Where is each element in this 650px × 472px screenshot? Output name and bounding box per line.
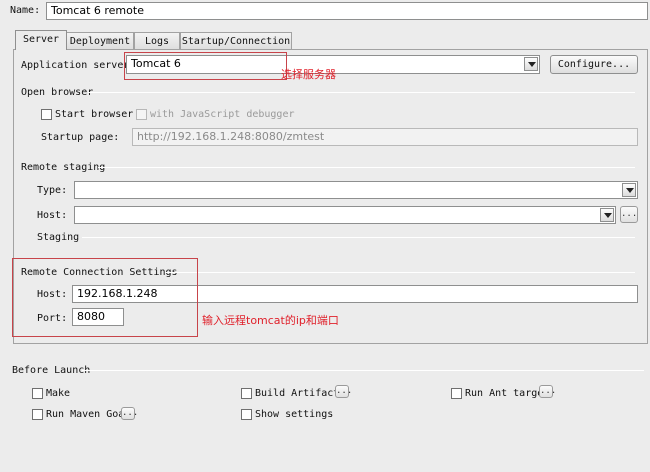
- tab-logs[interactable]: Logs: [134, 32, 180, 50]
- chevron-down-icon[interactable]: [600, 208, 614, 222]
- name-label: Name:: [10, 5, 41, 16]
- staging-host-select[interactable]: [74, 206, 616, 224]
- open-browser-section-label: Open browser: [21, 87, 94, 98]
- show-settings-label: Show settings: [255, 409, 334, 420]
- staging-type-select[interactable]: [74, 181, 638, 199]
- startup-page-input[interactable]: http://192.168.1.248:8080/zmtest: [132, 128, 638, 146]
- run-ant-target-checkbox[interactable]: [451, 388, 462, 399]
- before-launch-separator: [82, 370, 644, 371]
- startup-page-label: Startup page:: [41, 132, 120, 143]
- tab-deployment[interactable]: Deployment: [66, 32, 134, 50]
- remote-staging-section-label: Remote staging: [21, 162, 106, 173]
- annotation-box-connection: [12, 258, 198, 337]
- run-maven-goal-more-button[interactable]: ...: [121, 407, 138, 420]
- configure-button[interactable]: Configure...: [550, 55, 638, 74]
- open-browser-separator: [88, 92, 635, 93]
- make-label: Make: [46, 388, 71, 399]
- staging-host-label: Host:: [37, 210, 68, 221]
- make-checkbox[interactable]: [32, 388, 43, 399]
- run-ant-target-more-button[interactable]: ...: [539, 385, 556, 398]
- application-server-label: Application server:: [21, 60, 136, 71]
- chevron-down-icon[interactable]: [524, 57, 538, 71]
- build-artifacts-checkbox[interactable]: [241, 388, 252, 399]
- annotation-select-server: 选择服务器: [281, 68, 336, 81]
- staging-separator: [82, 237, 635, 238]
- remote-connection-separator: [165, 272, 635, 273]
- start-browser-label: Start browser: [55, 109, 134, 120]
- staging-label: Staging: [37, 232, 80, 243]
- build-artifacts-more-button[interactable]: ...: [335, 385, 352, 398]
- remote-staging-separator: [98, 167, 635, 168]
- js-debugger-label: with JavaScript debugger: [150, 109, 295, 120]
- tab-server[interactable]: Server: [15, 30, 67, 50]
- staging-host-more-button[interactable]: ...: [620, 206, 638, 223]
- staging-type-label: Type:: [37, 185, 68, 196]
- run-maven-goal-checkbox[interactable]: [32, 409, 43, 420]
- run-ant-target-label: Run Ant target: [465, 388, 550, 399]
- before-launch-section-label: Before Launch: [12, 365, 91, 376]
- build-artifacts-label: Build Artifacts: [255, 388, 346, 399]
- chevron-down-icon[interactable]: [622, 183, 636, 197]
- annotation-enter-ip-port: 输入远程tomcat的ip和端口: [202, 314, 339, 327]
- start-browser-checkbox[interactable]: [41, 109, 52, 120]
- name-input[interactable]: Tomcat 6 remote: [46, 2, 648, 20]
- js-debugger-checkbox[interactable]: [136, 109, 147, 120]
- tab-startup-connection[interactable]: Startup/Connection: [180, 32, 292, 50]
- run-maven-goal-label: Run Maven Goal: [46, 409, 131, 420]
- annotation-box-server: [124, 52, 287, 80]
- show-settings-checkbox[interactable]: [241, 409, 252, 420]
